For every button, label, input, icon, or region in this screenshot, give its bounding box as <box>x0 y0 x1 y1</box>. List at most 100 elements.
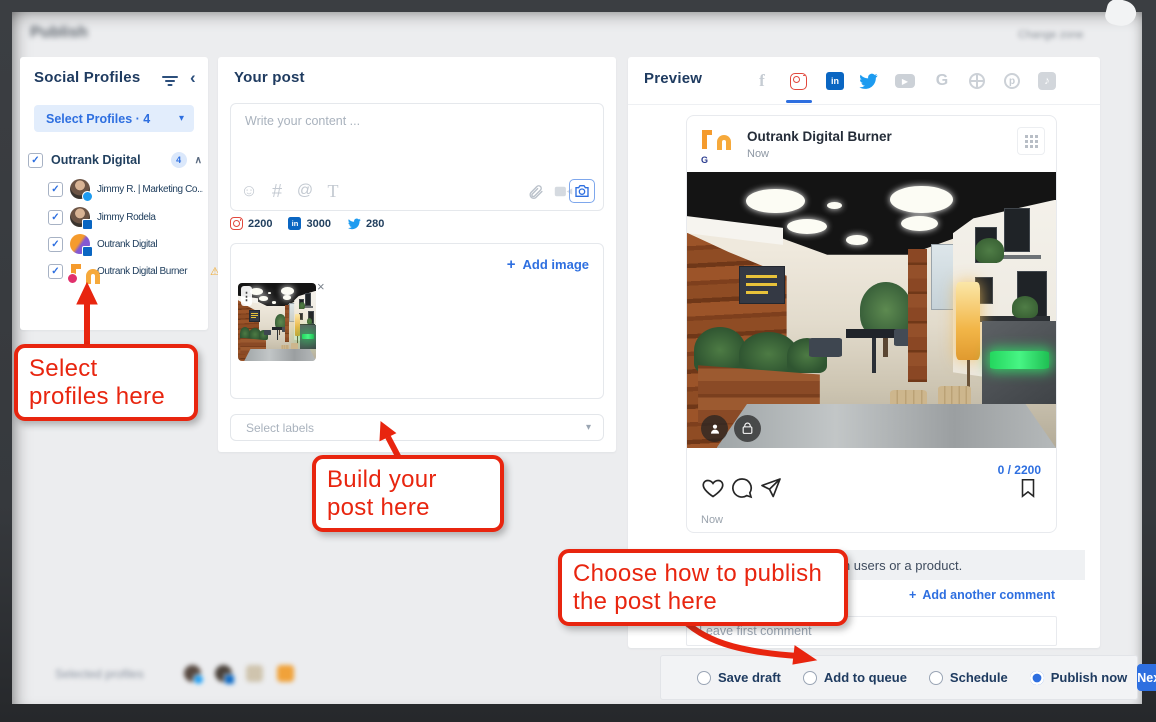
post-time: Now <box>701 514 723 526</box>
media-attachments-box: + Add image ⋮ <box>230 243 604 399</box>
text-format-icon[interactable]: T <box>323 181 343 201</box>
select-labels-dropdown[interactable]: Select labels ▾ <box>230 414 604 441</box>
filter-icon[interactable] <box>162 73 178 94</box>
tag-people-icon[interactable] <box>701 415 728 442</box>
profile-group-row[interactable]: ✓ Outrank Digital 4 ∧ <box>28 150 202 170</box>
camera-icon[interactable] <box>569 179 595 203</box>
profile-row[interactable]: ✓ Jimmy Rodela <box>48 207 220 227</box>
emoji-icon[interactable]: ☺ <box>239 181 259 201</box>
caret-down-icon: ▾ <box>586 422 591 433</box>
page-title: Publish <box>30 24 88 42</box>
social-profiles-title: Social Profiles <box>34 69 140 86</box>
profile-label: Jimmy R. | Marketing Co... <box>97 184 203 195</box>
profile-row[interactable]: ✓ Outrank Digital <box>48 234 220 254</box>
profile-checkbox[interactable]: ✓ <box>48 210 63 225</box>
profile-row[interactable]: ✓ Outrank Digital Burner ⚠ <box>48 261 220 281</box>
add-another-comment-button[interactable]: + Add another comment <box>909 588 1055 602</box>
tab-facebook[interactable]: f <box>751 70 773 92</box>
radio-add-to-queue[interactable] <box>803 671 817 685</box>
radio-publish-now[interactable] <box>1030 671 1044 685</box>
tab-linkedin[interactable]: in <box>824 70 846 92</box>
instagram-preview-card: G Outrank Digital Burner Now <box>686 115 1057 533</box>
select-profiles-dropdown[interactable]: Select Profiles · 4 ▾ <box>34 105 194 132</box>
avatar <box>70 207 90 227</box>
option-save-draft[interactable]: Save draft <box>697 670 781 685</box>
profile-checkbox[interactable]: ✓ <box>48 182 63 197</box>
group-checkbox[interactable]: ✓ <box>28 153 43 168</box>
add-image-button[interactable]: + Add image <box>507 256 589 273</box>
thumbnail-menu-icon[interactable]: ⋮ <box>241 286 252 306</box>
annotation-select-profiles: Select profiles here <box>14 344 198 421</box>
hashtag-icon[interactable]: # <box>267 181 287 201</box>
post-content-editor[interactable]: Write your content ... ☺ # @ T <box>230 103 604 211</box>
annotation-choose-publish: Choose how to publish the post here <box>558 549 848 626</box>
your-post-title: Your post <box>234 69 305 86</box>
selected-profiles-footer: Selected profiles <box>55 665 294 682</box>
radio-save-draft[interactable] <box>697 671 711 685</box>
group-count-badge: 4 <box>171 152 187 168</box>
caret-down-icon: ▾ <box>179 113 184 124</box>
account-time: Now <box>747 148 769 160</box>
plus-icon: + <box>507 256 516 273</box>
tab-web[interactable] <box>966 70 988 92</box>
instagram-icon <box>230 217 243 230</box>
option-schedule[interactable]: Schedule <box>929 670 1008 685</box>
active-tab-underline <box>786 100 812 103</box>
linkedin-limit-value: 3000 <box>306 218 330 230</box>
select-labels-placeholder: Select labels <box>246 421 586 435</box>
post-image <box>687 172 1056 448</box>
add-to-queue-label: Add to queue <box>824 670 907 685</box>
account-name: Outrank Digital Burner <box>747 129 892 144</box>
option-publish-now[interactable]: Publish now <box>1030 670 1128 685</box>
profile-row[interactable]: ✓ Jimmy R. | Marketing Co... <box>48 179 220 199</box>
avatar <box>215 665 232 682</box>
facebook-icon: f <box>759 71 765 91</box>
chevron-up-icon[interactable]: ∧ <box>195 155 202 166</box>
instagram-icon <box>790 73 807 90</box>
profile-checkbox[interactable]: ✓ <box>48 237 63 252</box>
char-counter: 0 / 2200 <box>998 463 1041 477</box>
next-button[interactable]: Next <box>1137 664 1156 691</box>
avatar <box>246 665 263 682</box>
tiktok-icon: ♪ <box>1038 72 1056 90</box>
share-icon[interactable] <box>759 476 783 500</box>
tag-product-icon[interactable] <box>734 415 761 442</box>
profile-label: Outrank Digital Burner <box>97 266 203 277</box>
like-icon[interactable] <box>701 476 725 500</box>
profile-label: Outrank Digital <box>97 239 203 250</box>
office-photo <box>687 172 1056 448</box>
twitter-icon <box>858 73 878 90</box>
twitter-icon <box>347 218 361 230</box>
mention-icon[interactable]: @ <box>295 181 315 201</box>
linkedin-badge-icon <box>82 246 93 257</box>
platform-tabs: f in ▶ G p ♪ <box>628 70 1100 96</box>
tab-twitter[interactable] <box>857 70 879 92</box>
instagram-limit: 2200 <box>230 217 272 230</box>
collapse-sidebar-icon[interactable]: ‹ <box>190 68 196 88</box>
radio-schedule[interactable] <box>929 671 943 685</box>
add-comment-label: Add another comment <box>922 588 1055 602</box>
publish-now-label: Publish now <box>1051 670 1128 685</box>
linkedin-icon: in <box>826 72 844 90</box>
avatar <box>70 179 90 199</box>
attachment-icon[interactable] <box>525 181 545 201</box>
save-draft-label: Save draft <box>718 670 781 685</box>
content-placeholder: Write your content ... <box>245 114 360 128</box>
remove-image-icon[interactable]: × <box>317 279 325 294</box>
twitter-badge-icon <box>82 191 93 202</box>
tab-tiktok[interactable]: ♪ <box>1036 70 1058 92</box>
add-image-label: Add image <box>523 257 589 272</box>
tab-google[interactable]: G <box>931 70 953 92</box>
comment-icon[interactable] <box>730 476 754 500</box>
option-add-to-queue[interactable]: Add to queue <box>803 670 907 685</box>
bookmark-icon[interactable] <box>1017 476 1041 500</box>
globe-icon <box>969 73 985 89</box>
logo-g-mark: G <box>701 155 708 165</box>
grid-icon[interactable] <box>1017 127 1045 155</box>
tab-instagram[interactable] <box>787 70 809 92</box>
pinterest-icon: p <box>1004 73 1020 89</box>
tab-youtube[interactable]: ▶ <box>894 70 916 92</box>
tab-pinterest[interactable]: p <box>1001 70 1023 92</box>
publish-options-bar: Save draft Add to queue Schedule Publish… <box>660 655 1138 700</box>
profile-checkbox[interactable]: ✓ <box>48 264 63 279</box>
